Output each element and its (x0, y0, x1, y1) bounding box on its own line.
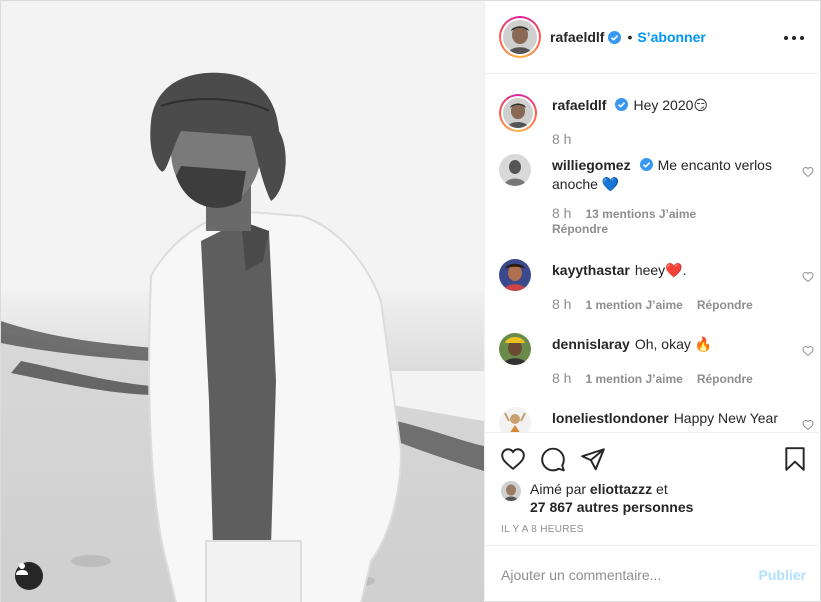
comment-icon[interactable] (540, 446, 566, 472)
comment-username[interactable]: williegomez (552, 157, 631, 173)
verified-badge-icon (639, 158, 653, 171)
comment-meta: 8 h 1 mention J’aime Répondre (552, 296, 767, 312)
header-separator: • (627, 29, 633, 45)
post-side-panel: rafaeldlf • S’abonner rafaeldlf Hey 2020… (484, 1, 821, 602)
liked-by: Aimé par eliottazzz et 27 867 autres per… (501, 480, 693, 516)
comment-input[interactable] (501, 566, 759, 583)
follow-button[interactable]: S’abonner (637, 29, 705, 45)
author-avatar (503, 20, 537, 54)
heart-icon[interactable] (500, 446, 526, 472)
verified-badge-icon (615, 98, 629, 111)
paper-plane-icon[interactable] (580, 446, 606, 472)
comment-body: kayythastar heey❤️. (552, 261, 792, 280)
user-icon (16, 563, 28, 575)
comment-username[interactable]: kayythastar (552, 262, 630, 278)
liked-by-conjunction: et (656, 481, 668, 497)
instagram-post: rafaeldlf • S’abonner rafaeldlf Hey 2020… (0, 0, 821, 602)
comment-like-heart-icon[interactable] (802, 345, 814, 357)
liker-avatar[interactable] (501, 481, 521, 501)
comment-time[interactable]: 8 h (552, 205, 571, 221)
author-avatar-ring[interactable] (499, 16, 541, 58)
comment-item: kayythastar heey❤️. 8 h 1 mention J’aime Ré… (499, 259, 814, 319)
comment-reply-button[interactable]: Répondre (697, 372, 753, 386)
liked-by-text: Aimé par eliottazzz et 27 867 autres per… (530, 480, 693, 516)
comment-text: heey❤️. (634, 262, 687, 278)
comment-avatar[interactable] (499, 259, 531, 291)
more-options-icon[interactable] (784, 28, 804, 48)
author-username[interactable]: rafaeldlf (550, 29, 604, 45)
photo-illustration (1, 1, 484, 602)
comment-like-heart-icon[interactable] (802, 166, 814, 178)
caption-time[interactable]: 8 h (552, 131, 571, 147)
comment-like-heart-icon[interactable] (802, 271, 814, 283)
comment-body: williegomez Me encanto verlos anoche 💙 (552, 156, 792, 194)
publish-button[interactable]: Publier (759, 567, 806, 583)
post-actions: Aimé par eliottazzz et 27 867 autres per… (485, 432, 821, 545)
liked-by-others[interactable]: 27 867 autres personnes (530, 499, 693, 515)
comment-text: Oh, okay 🔥 (634, 336, 713, 352)
comment-reply-button[interactable]: Répondre (552, 222, 608, 236)
post-header: rafaeldlf • S’abonner (485, 1, 821, 74)
comment-meta: 8 h 1 mention J’aime Répondre (552, 370, 767, 386)
comment-likes[interactable]: 13 mentions J’aime (585, 207, 696, 221)
caption-username[interactable]: rafaeldlf (552, 97, 606, 113)
comment-item: loneliestlondoner Happy New Year (499, 407, 814, 432)
comments-list[interactable]: rafaeldlf Hey 2020😏 8 h williegomez Me enc… (485, 74, 821, 432)
comment-likes[interactable]: 1 mention J’aime (585, 298, 682, 312)
caption-text: Hey 2020😏 (633, 97, 708, 113)
bookmark-icon[interactable] (782, 446, 808, 472)
comment-item: williegomez Me encanto verlos anoche 💙 8 … (499, 154, 814, 244)
comment-reply-button[interactable]: Répondre (697, 298, 753, 312)
comment-avatar[interactable] (499, 154, 531, 186)
comment-like-heart-icon[interactable] (802, 419, 814, 431)
comment-username[interactable]: loneliestlondoner (552, 410, 669, 426)
comment-avatar[interactable] (499, 407, 531, 432)
comment-item: dennislaray Oh, okay 🔥 8 h 1 mention J’aim… (499, 333, 814, 393)
post-photo[interactable] (1, 1, 484, 602)
comment-body: dennislaray Oh, okay 🔥 (552, 335, 792, 354)
liked-by-prefix: Aimé par (530, 481, 587, 497)
post-time-ago[interactable]: IL Y A 8 HEURES (501, 524, 584, 535)
comment-avatar[interactable] (499, 333, 531, 365)
comment-time[interactable]: 8 h (552, 370, 571, 386)
comment-text: Happy New Year (673, 410, 778, 426)
caption-avatar-ring[interactable] (499, 94, 537, 132)
caption: rafaeldlf Hey 2020😏 8 h (499, 94, 809, 154)
comment-body: loneliestlondoner Happy New Year (552, 409, 792, 428)
add-comment-bar: Publier (485, 545, 821, 602)
tagged-users-button[interactable] (15, 562, 43, 590)
verified-badge-icon (608, 30, 622, 44)
caption-meta: 8 h (552, 131, 585, 147)
caption-body: rafaeldlf Hey 2020😏 (552, 96, 792, 115)
caption-avatar (503, 98, 533, 128)
comment-likes[interactable]: 1 mention J’aime (585, 372, 682, 386)
comment-meta: 8 h 13 mentions J’aime Répondre (552, 206, 792, 237)
comment-username[interactable]: dennislaray (552, 336, 630, 352)
comment-time[interactable]: 8 h (552, 296, 571, 312)
liker-username[interactable]: eliottazzz (590, 481, 652, 497)
